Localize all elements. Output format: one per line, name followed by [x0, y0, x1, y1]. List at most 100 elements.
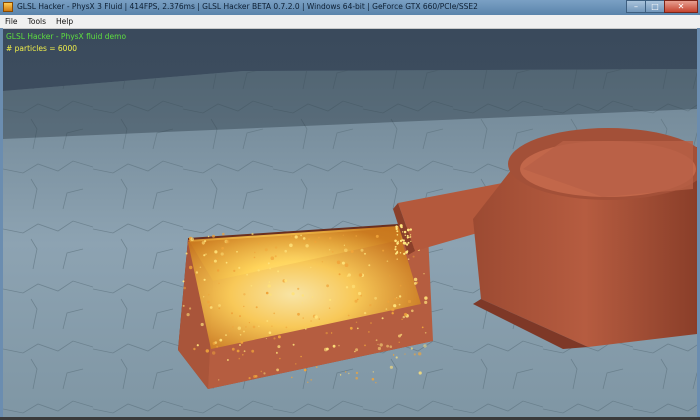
stream-particle: [396, 234, 399, 236]
fluid-particle: [219, 338, 223, 342]
stream-particle: [409, 228, 412, 231]
fluid-particle: [195, 271, 199, 274]
3d-viewport[interactable]: [3, 29, 697, 418]
fluid-particle: [226, 359, 229, 361]
stream-particle: [402, 239, 405, 242]
app-icon: [3, 2, 13, 12]
fluid-particle: [423, 273, 425, 275]
fluid-particle: [233, 269, 236, 272]
fluid-particle: [231, 312, 233, 315]
fluid-particle: [344, 248, 348, 253]
minimize-button[interactable]: –: [626, 0, 646, 13]
stream-particle: [400, 225, 403, 229]
fluid-particle: [389, 345, 393, 349]
fluid-particle: [295, 363, 297, 365]
fluid-particle: [240, 341, 244, 344]
fluid-particle: [328, 249, 331, 251]
fluid-particle: [374, 296, 377, 300]
fluid-particle: [212, 351, 216, 355]
fluid-particle: [418, 371, 422, 375]
fluid-particle: [344, 263, 349, 267]
fluid-particle: [182, 280, 185, 283]
fluid-particle: [356, 298, 359, 301]
fluid-particle: [205, 253, 207, 255]
fluid-particle: [410, 347, 413, 350]
stream-particle: [395, 225, 398, 228]
menu-help[interactable]: Help: [51, 15, 78, 28]
fluid-particle: [343, 244, 345, 246]
fluid-particle: [216, 345, 219, 348]
fluid-particle: [375, 382, 377, 384]
maximize-button[interactable]: □: [645, 0, 665, 13]
fluid-particle: [358, 291, 362, 296]
fluid-particle: [389, 365, 393, 369]
fluid-particle: [413, 277, 418, 282]
fluid-particle: [364, 252, 366, 255]
fluid-particle: [218, 304, 221, 307]
fluid-particle: [347, 273, 351, 277]
fluid-particle: [385, 308, 388, 310]
fluid-particle: [182, 304, 185, 307]
fluid-particle: [207, 235, 210, 238]
menu-tools[interactable]: Tools: [23, 15, 51, 28]
fluid-particle: [377, 346, 381, 351]
fluid-particle: [345, 371, 347, 373]
fluid-particle: [243, 330, 245, 333]
fluid-particle: [404, 353, 406, 355]
fluid-particle: [392, 354, 395, 356]
fluid-particle: [302, 317, 304, 319]
fluid-particle: [193, 347, 196, 351]
fluid-particle: [330, 332, 333, 334]
fluid-particle: [225, 261, 228, 264]
fluid-particle: [305, 328, 307, 330]
fluid-particle: [273, 312, 276, 315]
fluid-particle: [310, 266, 312, 269]
menu-bar: File Tools Help: [0, 15, 700, 29]
fluid-particle: [321, 261, 324, 263]
fluid-particle: [236, 250, 238, 253]
fluid-particle: [250, 284, 253, 287]
fluid-particle: [268, 281, 271, 283]
fluid-particle: [386, 344, 389, 348]
fluid-particle: [387, 300, 390, 303]
fluid-particle: [336, 260, 341, 265]
particle-count-overlay: # particles = 6000: [6, 44, 78, 53]
fluid-particle: [414, 282, 417, 285]
fluid-particle: [190, 237, 194, 242]
fluid-particle: [424, 332, 427, 334]
window-controls: – □ ✕: [626, 0, 698, 13]
stream-particle: [394, 246, 397, 248]
fluid-particle: [338, 344, 340, 347]
fluid-particle: [209, 306, 213, 309]
stream-particle: [395, 252, 397, 255]
fluid-particle: [326, 347, 329, 351]
stream-particle: [405, 250, 408, 254]
close-button[interactable]: ✕: [664, 0, 698, 13]
fluid-particle: [218, 282, 220, 285]
fluid-particle: [257, 243, 260, 245]
scene-canvas: [3, 29, 697, 418]
fluid-particle: [246, 273, 249, 276]
fluid-particle: [315, 366, 318, 368]
fluid-particle: [271, 325, 273, 327]
fluid-particle: [267, 284, 272, 288]
stream-particle: [399, 252, 402, 254]
fluid-particle: [216, 269, 220, 272]
stream-particle: [406, 234, 409, 237]
fluid-particle: [277, 335, 281, 339]
stream-particle: [404, 234, 406, 236]
fluid-particle: [421, 326, 424, 329]
fluid-particle: [265, 337, 267, 340]
fluid-particle: [424, 296, 428, 300]
stream-particle: [395, 227, 398, 231]
fluid-particle: [220, 252, 224, 256]
fluid-particle: [411, 309, 414, 313]
fluid-particle: [284, 279, 288, 283]
menu-file[interactable]: File: [0, 15, 23, 28]
fluid-particle: [381, 317, 384, 320]
fluid-particle: [257, 269, 260, 272]
fluid-particle: [236, 349, 240, 353]
window-title-bar[interactable]: GLSL Hacker - PhysX 3 Fluid | 414FPS, 2.…: [0, 0, 700, 16]
fluid-particle: [237, 326, 241, 330]
stream-particle: [408, 236, 410, 238]
